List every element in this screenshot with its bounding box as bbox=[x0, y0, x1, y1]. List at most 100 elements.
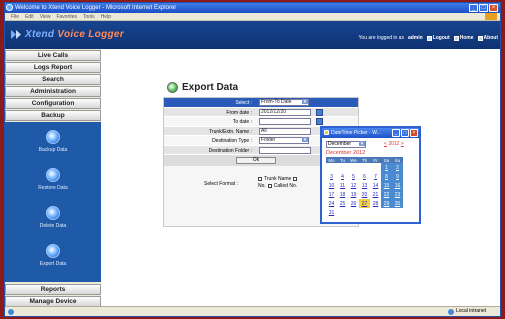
calendar-day[interactable]: 29 bbox=[381, 199, 392, 208]
next-year-link[interactable]: > bbox=[401, 141, 404, 147]
about-label: About bbox=[483, 35, 498, 41]
logout-button[interactable]: Logout bbox=[426, 35, 450, 41]
nav-search[interactable]: Search bbox=[5, 74, 101, 85]
calendar-day[interactable]: 16 bbox=[392, 181, 403, 190]
calendar-day[interactable]: 27 bbox=[359, 199, 370, 208]
calendar-day[interactable]: 2 bbox=[392, 163, 403, 172]
calendar-day[interactable]: 14 bbox=[370, 181, 381, 190]
trunk-input[interactable]: All bbox=[259, 127, 311, 135]
calendar-empty bbox=[348, 208, 359, 217]
intranet-icon bbox=[447, 308, 454, 315]
picker-maximize-button[interactable]: □ bbox=[401, 129, 409, 137]
menu-favorites[interactable]: Favorites bbox=[56, 13, 77, 20]
calendar-day[interactable]: 8 bbox=[381, 172, 392, 181]
calendar-day[interactable]: 31 bbox=[326, 208, 337, 217]
calendar-day[interactable]: 30 bbox=[392, 199, 403, 208]
select-dropdown[interactable]: From-To Date bbox=[259, 99, 309, 106]
calendar-day[interactable]: 15 bbox=[381, 181, 392, 190]
from-calendar-icon[interactable] bbox=[316, 108, 323, 116]
trunk-name-label: Trunk Name bbox=[264, 176, 292, 182]
calendar-empty bbox=[359, 163, 370, 172]
picker-close-button[interactable]: × bbox=[410, 129, 418, 137]
extra-checkbox[interactable] bbox=[293, 177, 298, 181]
trunk-name-checkbox[interactable] bbox=[258, 177, 262, 181]
calendar-empty bbox=[370, 163, 381, 172]
export-data-icon bbox=[46, 243, 60, 258]
calendar-day[interactable]: 17 bbox=[326, 190, 337, 199]
restore-data-icon bbox=[46, 167, 60, 182]
nav-administration[interactable]: Administration bbox=[5, 86, 101, 97]
calendar-day[interactable]: 7 bbox=[370, 172, 381, 181]
dest-type-dropdown[interactable]: Folder bbox=[259, 137, 309, 144]
prev-year-link[interactable]: < bbox=[384, 141, 387, 147]
calendar-day[interactable]: 9 bbox=[392, 172, 403, 181]
calendar-day[interactable]: 23 bbox=[392, 190, 403, 199]
home-button[interactable]: Home bbox=[453, 35, 474, 41]
backup-panel: Backup Data Restore Data Delete Data Exp… bbox=[5, 122, 101, 282]
title-bar: Welcome to Xtend Voice Logger - Microsof… bbox=[5, 3, 500, 13]
maximize-button[interactable]: □ bbox=[479, 4, 488, 12]
calendar-empty bbox=[348, 163, 359, 172]
close-button[interactable]: × bbox=[489, 4, 498, 12]
username: admin bbox=[407, 35, 423, 41]
app-logo: Xtend Voice Logger bbox=[25, 29, 124, 40]
browser-window: Welcome to Xtend Voice Logger - Microsof… bbox=[4, 2, 501, 317]
to-calendar-icon[interactable] bbox=[316, 118, 323, 125]
month-dropdown[interactable]: December bbox=[326, 141, 366, 148]
calendar-day[interactable]: 1 bbox=[381, 163, 392, 172]
calendar-day[interactable]: 24 bbox=[326, 199, 337, 208]
ie-icon bbox=[6, 4, 13, 11]
calendar-day[interactable]: 20 bbox=[359, 190, 370, 199]
to-date-input[interactable] bbox=[259, 118, 311, 125]
select-row: Select : From-To Date bbox=[164, 98, 358, 108]
calendar-day[interactable]: 26 bbox=[348, 199, 359, 208]
restore-data-item[interactable]: Restore Data bbox=[5, 160, 101, 198]
dest-folder-label: Destination Folder : bbox=[208, 147, 252, 154]
backup-data-label: Backup Data bbox=[38, 146, 68, 153]
about-button[interactable]: About bbox=[477, 35, 498, 41]
menu-tools[interactable]: Tools bbox=[83, 13, 95, 20]
nav-live-calls[interactable]: Live Calls bbox=[5, 50, 101, 61]
calendar-day[interactable]: 4 bbox=[337, 172, 348, 181]
nav-configuration[interactable]: Configuration bbox=[5, 98, 101, 109]
nav-reports[interactable]: Reports bbox=[5, 284, 101, 295]
calendar-day[interactable]: 11 bbox=[337, 181, 348, 190]
calendar-day[interactable]: 22 bbox=[381, 190, 392, 199]
nav-backup[interactable]: Backup bbox=[5, 110, 101, 121]
calendar-empty bbox=[359, 208, 370, 217]
from-date-input[interactable]: 2012/12/20 bbox=[259, 108, 311, 116]
menu-view[interactable]: View bbox=[40, 13, 51, 20]
picker-minimize-button[interactable]: _ bbox=[392, 129, 400, 137]
called-no-checkbox[interactable] bbox=[267, 184, 272, 188]
calendar-day[interactable]: 5 bbox=[348, 172, 359, 181]
menu-file[interactable]: File bbox=[11, 13, 19, 20]
ok-button[interactable]: Ok bbox=[236, 157, 276, 164]
calendar-day[interactable]: 25 bbox=[337, 199, 348, 208]
trunk-label: Trunk/Extn. Name : bbox=[209, 128, 252, 135]
delete-data-item[interactable]: Delete Data bbox=[5, 198, 101, 236]
from-date-label: From date : bbox=[226, 109, 252, 116]
dest-folder-input[interactable] bbox=[259, 146, 311, 154]
delete-data-label: Delete Data bbox=[39, 222, 67, 229]
calendar-day[interactable]: 13 bbox=[359, 181, 370, 190]
calendar-day[interactable]: 19 bbox=[348, 190, 359, 199]
calendar-day[interactable]: 28 bbox=[370, 199, 381, 208]
menu-edit[interactable]: Edit bbox=[25, 13, 34, 20]
user-bar: You are logged in as admin Logout Home A… bbox=[359, 35, 498, 41]
logo-xtend: Xtend bbox=[25, 29, 55, 40]
calendar-day[interactable]: 6 bbox=[359, 172, 370, 181]
calendar-day[interactable]: 21 bbox=[370, 190, 381, 199]
minimize-button[interactable]: _ bbox=[469, 4, 478, 12]
calendar-empty bbox=[381, 208, 392, 217]
calendar-day[interactable]: 10 bbox=[326, 181, 337, 190]
calendar-day[interactable]: 12 bbox=[348, 181, 359, 190]
calendar-caption: December 2012 bbox=[326, 150, 366, 156]
calendar-day[interactable]: 3 bbox=[326, 172, 337, 181]
menu-help[interactable]: Help bbox=[101, 13, 111, 20]
calendar-day[interactable]: 18 bbox=[337, 190, 348, 199]
select-label: Select : bbox=[235, 100, 252, 106]
backup-data-item[interactable]: Backup Data bbox=[5, 122, 101, 160]
export-data-item[interactable]: Export Data bbox=[5, 236, 101, 274]
page-status-icon bbox=[8, 309, 14, 315]
nav-logs-report[interactable]: Logs Report bbox=[5, 62, 101, 73]
